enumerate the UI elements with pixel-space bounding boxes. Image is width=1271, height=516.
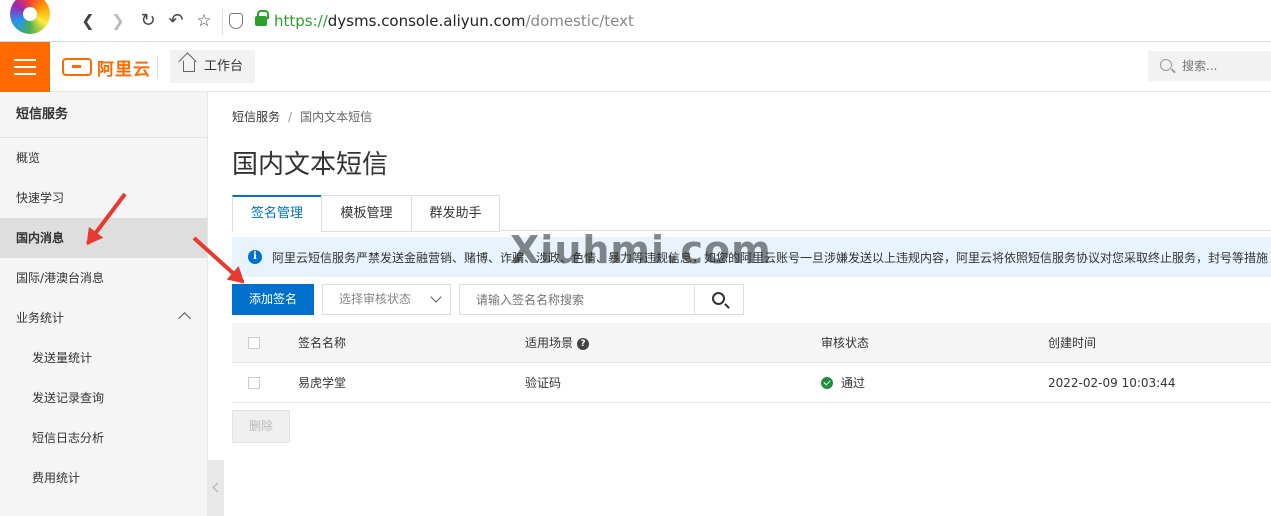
table-header: 签名名称 适用场景? 审核状态 创建时间 <box>232 323 1271 363</box>
brand-logo[interactable]: 阿里云 <box>62 54 151 80</box>
signature-search[interactable] <box>459 284 695 315</box>
global-search[interactable] <box>1148 51 1271 81</box>
tab-signatures[interactable]: 签名管理 <box>232 195 322 232</box>
home-icon <box>183 61 195 72</box>
sidebar-item-log-analysis[interactable]: 短信日志分析 <box>0 418 207 458</box>
status-select[interactable]: 选择审核状态 <box>322 284 451 315</box>
sidebar-item-label: 业务统计 <box>16 311 65 325</box>
sidebar-item-international[interactable]: 国际/港澳台消息 <box>0 258 207 298</box>
browser-logo-icon <box>10 0 50 34</box>
row-checkbox[interactable] <box>248 377 260 389</box>
delete-button[interactable]: 删除 <box>232 410 290 443</box>
info-icon: i <box>248 250 262 264</box>
shield-icon <box>229 13 243 29</box>
undo-icon[interactable]: ↶ <box>166 11 186 31</box>
chevron-up-icon <box>178 312 191 325</box>
star-icon[interactable]: ☆ <box>194 11 214 31</box>
watermark: Xiuhmi.com <box>510 228 772 272</box>
sidebar-item-send-records[interactable]: 发送记录查询 <box>0 378 207 418</box>
forward-icon[interactable]: ❯ <box>108 11 128 31</box>
address-bar[interactable]: https://dysms.console.aliyun.com/domesti… <box>222 9 1271 35</box>
signature-created: 2022-02-09 10:03:44 <box>1048 376 1176 390</box>
chevron-down-icon <box>430 291 442 303</box>
sidebar-item-send-volume[interactable]: 发送量统计 <box>0 338 207 378</box>
header-created: 创建时间 <box>1048 336 1097 350</box>
console-topbar: 阿里云 工作台 <box>0 42 1271 92</box>
status-select-value: 选择审核状态 <box>339 292 412 306</box>
check-circle-icon <box>821 376 833 389</box>
menu-button[interactable] <box>0 42 50 92</box>
header-status: 审核状态 <box>821 336 870 350</box>
select-all-checkbox[interactable] <box>248 337 260 349</box>
breadcrumb: 短信服务 / 国内文本短信 <box>232 110 373 124</box>
sidebar-item-overview[interactable]: 概览 <box>0 138 207 178</box>
main-content: 短信服务 / 国内文本短信 国内文本短信 签名管理 模板管理 群发助手 i 阿里云短… <box>208 92 1271 516</box>
add-signature-button[interactable]: 添加签名 <box>232 284 314 315</box>
help-icon[interactable]: ? <box>577 337 590 350</box>
page-title: 国内文本短信 <box>232 150 389 180</box>
tab-bar: 签名管理 模板管理 群发助手 <box>232 195 1271 232</box>
signature-search-input[interactable] <box>460 285 694 314</box>
reload-icon[interactable]: ↻ <box>138 11 158 31</box>
tab-templates[interactable]: 模板管理 <box>321 195 412 232</box>
signature-table: 签名名称 适用场景? 审核状态 创建时间 易虎学堂 验证码 通过 2022-02… <box>232 323 1271 403</box>
divider <box>157 56 158 78</box>
browser-toolbar: ❮ ❯ ↻ ↶ ☆ https://dysms.console.aliyun.c… <box>0 0 1271 42</box>
signature-status: 通过 <box>821 363 865 403</box>
header-name: 签名名称 <box>298 336 347 350</box>
aliyun-logo-icon <box>62 58 92 76</box>
tab-bulk-send[interactable]: 群发助手 <box>411 195 500 232</box>
back-icon[interactable]: ❮ <box>78 11 98 31</box>
search-icon <box>712 292 725 305</box>
url-text: https://dysms.console.aliyun.com/domesti… <box>274 12 634 30</box>
signature-scene: 验证码 <box>525 376 562 390</box>
lock-icon <box>255 10 269 26</box>
search-icon <box>1160 59 1172 71</box>
breadcrumb-current: 国内文本短信 <box>300 110 373 124</box>
sidebar-item-cost-stats[interactable]: 费用统计 <box>0 458 207 498</box>
global-search-input[interactable] <box>1182 57 1267 75</box>
search-button[interactable] <box>694 284 744 315</box>
workbench-button[interactable]: 工作台 <box>170 50 256 83</box>
sidebar-title: 短信服务 <box>0 92 207 138</box>
table-row: 易虎学堂 验证码 通过 2022-02-09 10:03:44 <box>232 363 1271 403</box>
breadcrumb-link[interactable]: 短信服务 <box>232 110 280 124</box>
sidebar-item-business-stats[interactable]: 业务统计 <box>0 298 207 338</box>
sidebar: 短信服务 概览 快速学习 国内消息 国际/港澳台消息 业务统计 发送量统计 发送… <box>0 92 208 516</box>
header-scene: 适用场景? <box>525 323 590 363</box>
sidebar-item-quick-learn[interactable]: 快速学习 <box>0 178 207 218</box>
signature-name: 易虎学堂 <box>298 376 347 390</box>
